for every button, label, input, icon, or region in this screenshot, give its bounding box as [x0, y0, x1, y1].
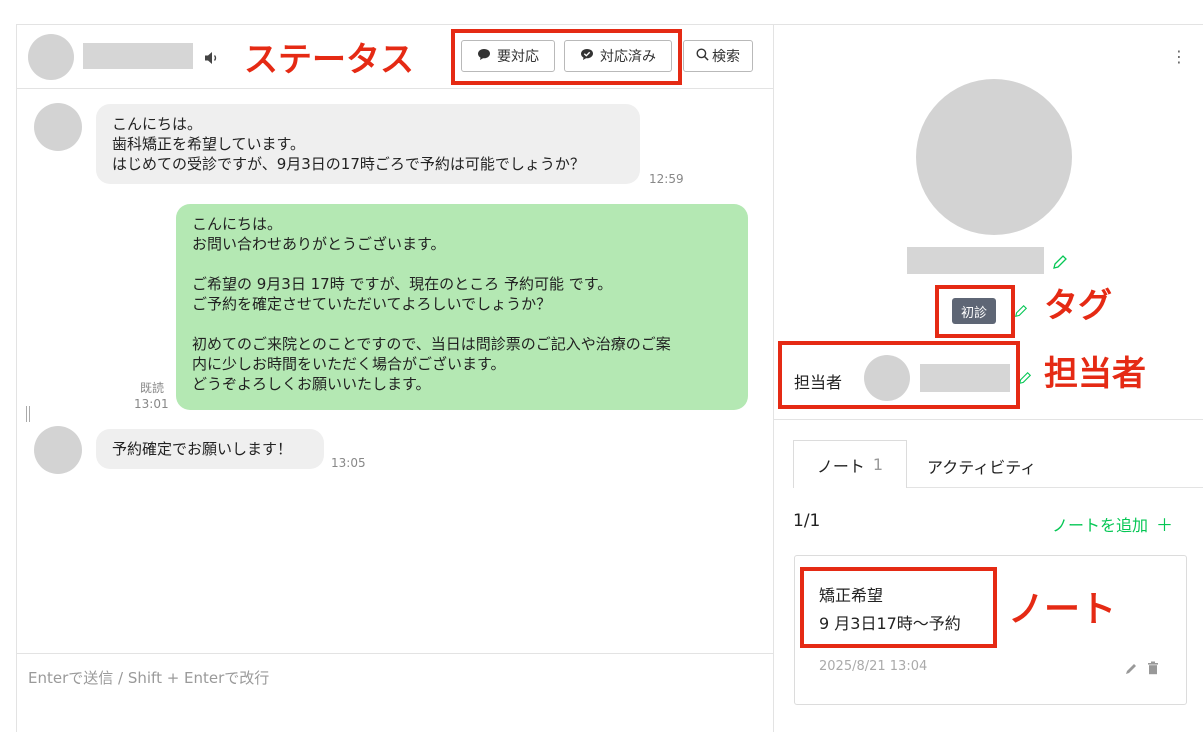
edit-assignee-icon[interactable] — [1018, 370, 1032, 389]
message-time: 13:01 — [134, 397, 169, 411]
search-label: 検索 — [712, 49, 740, 65]
message-line: こんにちは。 — [192, 215, 283, 233]
message-spacer — [192, 314, 732, 334]
message-line: はじめての受診ですが、9月3日の17時ごろで予約は可能でしょうか？ — [112, 155, 585, 173]
add-note-label: ノートを追加 — [1052, 515, 1149, 535]
sender-avatar — [34, 103, 82, 151]
search-icon — [696, 48, 709, 65]
tab-notes-count: 1 — [872, 455, 884, 474]
message-input[interactable]: Enterで送信 / Shift + Enterで改行 — [28, 667, 269, 688]
message-time: 12:59 — [649, 172, 684, 186]
chat-header-name-redacted — [83, 43, 193, 69]
tab-baseline — [907, 487, 1203, 488]
message-time: 13:05 — [331, 456, 366, 470]
delete-note-icon[interactable] — [1147, 660, 1159, 679]
message-line: こんにちは。 — [112, 115, 203, 133]
resize-handle[interactable] — [26, 406, 30, 422]
message-line: 内に少しお時間をいただく場合がございます。 — [192, 355, 506, 373]
read-receipt: 既読 — [140, 381, 165, 395]
message-line: 歯科矯正を希望しています。 — [112, 135, 306, 153]
note-timestamp: 2025/8/21 13:04 — [819, 659, 928, 674]
message-bubble-outgoing[interactable]: こんにちは。 お問い合わせありがとうございます。 ご希望の 9月3日 17時 で… — [176, 204, 748, 410]
composer-divider — [16, 653, 773, 654]
message-line: ご希望の 9月3日 17時 ですが、現在のところ 予約可能 です。 — [192, 275, 613, 293]
tab-notes-label: ノート — [816, 456, 865, 476]
chat-header-avatar[interactable] — [28, 34, 74, 80]
add-note-button[interactable]: ノートを追加 ＋ — [1052, 511, 1174, 537]
edit-tag-icon[interactable] — [1014, 303, 1028, 322]
notes-pagination: 1/1 — [793, 511, 821, 531]
edit-note-icon[interactable] — [1125, 660, 1139, 679]
plus-icon: ＋ — [1156, 516, 1174, 536]
message-line: 予約確定でお願いします！ — [112, 440, 293, 458]
message-bubble-incoming[interactable]: こんにちは。 歯科矯正を希望しています。 はじめての受診ですが、9月3日の17時… — [96, 104, 640, 184]
edit-name-icon[interactable] — [1052, 254, 1068, 274]
assignee-annotation-label: 担当者 — [1044, 354, 1146, 394]
message-spacer — [192, 254, 732, 274]
note-annotation-box — [800, 567, 997, 648]
message-line: お問い合わせありがとうございます。 — [192, 235, 446, 253]
message-bubble-incoming[interactable]: 予約確定でお願いします！ — [96, 429, 324, 469]
tab-notes[interactable]: ノート 1 — [793, 440, 907, 488]
message-line: どうぞよろしくお願いいたします。 — [192, 375, 431, 393]
more-menu-icon[interactable]: ⋮ — [1171, 47, 1187, 66]
search-button[interactable]: 検索 — [683, 40, 753, 72]
panel-divider — [773, 24, 774, 732]
profile-avatar[interactable] — [916, 79, 1072, 235]
tag-annotation-label: タグ — [1044, 286, 1112, 326]
header-divider — [16, 88, 773, 89]
sender-avatar — [34, 426, 82, 474]
speaker-icon[interactable] — [204, 50, 220, 64]
top-border — [16, 24, 1203, 25]
tag-annotation-box — [935, 285, 1015, 338]
message-line: ご予約を確定させていただいてよろしいでしょうか？ — [192, 295, 552, 313]
status-annotation-box — [451, 29, 682, 85]
status-annotation-label: ステータス — [244, 40, 414, 80]
assignee-annotation-box — [778, 341, 1020, 409]
note-annotation-label: ノート — [1008, 589, 1117, 630]
left-border — [16, 24, 17, 732]
profile-name-redacted — [907, 247, 1044, 274]
tab-activity[interactable]: アクティビティ — [927, 454, 1036, 478]
message-line: 初めてのご来院とのことですので、当日は問診票のご記入や治療のご案 — [192, 335, 671, 353]
profile-section-divider — [774, 419, 1203, 420]
